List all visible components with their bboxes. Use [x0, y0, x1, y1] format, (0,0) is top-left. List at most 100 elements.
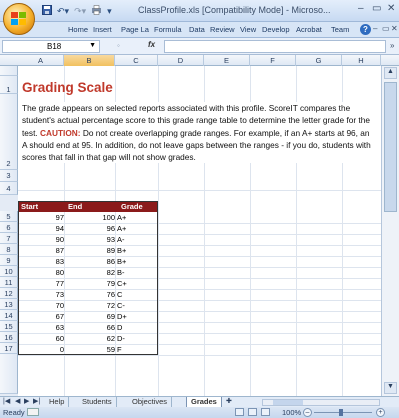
tab-home[interactable]: Home: [68, 25, 88, 34]
row-header[interactable]: [0, 66, 18, 76]
ribbon-restore-button[interactable]: ▭: [382, 24, 390, 33]
grade-cell[interactable]: A+: [117, 213, 126, 222]
start-cell[interactable]: 90: [18, 235, 64, 244]
column-header-e[interactable]: E: [204, 55, 250, 66]
column-header-c[interactable]: C: [115, 55, 158, 66]
scroll-thumb[interactable]: [384, 82, 397, 212]
maximize-button[interactable]: ▭: [372, 3, 381, 14]
row-header[interactable]: 13: [0, 299, 18, 310]
page-layout-view-icon[interactable]: [248, 408, 257, 416]
end-cell[interactable]: 76: [64, 290, 115, 299]
macro-record-icon[interactable]: [27, 408, 39, 416]
grade-cell[interactable]: D: [117, 323, 122, 332]
last-sheet-icon[interactable]: ▶|: [33, 397, 40, 405]
zoom-slider[interactable]: [314, 412, 372, 413]
end-cell[interactable]: 96: [64, 224, 115, 233]
insert-sheet-icon[interactable]: ✚: [226, 397, 232, 405]
row-header[interactable]: 16: [0, 332, 18, 343]
start-cell[interactable]: 67: [18, 312, 64, 321]
grade-cell[interactable]: B-: [117, 268, 125, 277]
start-cell[interactable]: 73: [18, 290, 64, 299]
table-row[interactable]: 77 79 C+: [18, 278, 158, 289]
column-header-f[interactable]: F: [250, 55, 296, 66]
column-header-a[interactable]: A: [18, 55, 64, 66]
zoom-out-icon[interactable]: –: [303, 408, 312, 417]
column-header-h[interactable]: H: [342, 55, 381, 66]
end-cell[interactable]: 89: [64, 246, 115, 255]
worksheet-grid[interactable]: Grading Scale The grade appears on selec…: [18, 66, 381, 396]
formula-input[interactable]: [164, 40, 386, 53]
start-cell[interactable]: 94: [18, 224, 64, 233]
tab-data[interactable]: Data: [189, 25, 205, 34]
row-header[interactable]: 11: [0, 277, 18, 288]
start-cell[interactable]: 97: [18, 213, 64, 222]
end-cell[interactable]: 59: [64, 345, 115, 354]
name-box[interactable]: B18 ▼: [2, 40, 100, 53]
row-header[interactable]: 10: [0, 266, 18, 277]
row-header[interactable]: 5: [0, 211, 18, 222]
row-header[interactable]: 1: [0, 76, 18, 94]
grade-cell[interactable]: A+: [117, 224, 126, 233]
end-cell[interactable]: 69: [64, 312, 115, 321]
expand-formula-bar-icon[interactable]: »: [390, 41, 394, 50]
chevron-down-icon[interactable]: ▼: [89, 42, 96, 49]
customize-toolbar-icon[interactable]: ▾: [107, 6, 112, 17]
tab-developer[interactable]: Develop: [262, 25, 290, 34]
zoom-in-icon[interactable]: +: [376, 408, 385, 417]
tab-formulas[interactable]: Formula: [154, 25, 182, 34]
end-cell[interactable]: 79: [64, 279, 115, 288]
table-row[interactable]: 67 69 D+: [18, 311, 158, 322]
row-header[interactable]: 2: [0, 94, 18, 170]
end-cell[interactable]: 93: [64, 235, 115, 244]
save-icon[interactable]: [42, 5, 52, 17]
horizontal-scroll-thumb[interactable]: [273, 400, 303, 405]
tab-team[interactable]: Team: [331, 25, 349, 34]
column-header-g[interactable]: G: [296, 55, 342, 66]
tab-review[interactable]: Review: [210, 25, 235, 34]
help-icon[interactable]: ?: [360, 24, 371, 35]
next-sheet-icon[interactable]: ▶: [24, 397, 29, 405]
start-cell[interactable]: 60: [18, 334, 64, 343]
row-header[interactable]: 17: [0, 343, 18, 354]
tab-view[interactable]: View: [240, 25, 256, 34]
grade-cell[interactable]: B+: [117, 246, 126, 255]
office-button[interactable]: [3, 3, 35, 35]
end-cell[interactable]: 72: [64, 301, 115, 310]
close-button[interactable]: ✕: [387, 3, 395, 14]
row-header[interactable]: 8: [0, 244, 18, 255]
zoom-level[interactable]: 100%: [282, 408, 301, 417]
grade-cell[interactable]: F: [117, 345, 122, 354]
table-row[interactable]: 73 76 C: [18, 289, 158, 300]
end-cell[interactable]: 86: [64, 257, 115, 266]
table-row[interactable]: 83 86 B+: [18, 256, 158, 267]
row-header[interactable]: 3: [0, 170, 18, 182]
normal-view-icon[interactable]: [235, 408, 244, 416]
undo-icon[interactable]: ↶▾: [57, 6, 69, 17]
row-header[interactable]: 15: [0, 321, 18, 332]
row-header[interactable]: 4: [0, 182, 18, 195]
table-row[interactable]: 87 89 B+: [18, 245, 158, 256]
quick-print-icon[interactable]: [91, 5, 102, 17]
tab-page-layout[interactable]: Page La: [121, 25, 149, 34]
start-cell[interactable]: 80: [18, 268, 64, 277]
row-header[interactable]: 12: [0, 288, 18, 299]
minimize-button[interactable]: –: [358, 3, 364, 14]
prev-sheet-icon[interactable]: ◀: [15, 397, 20, 405]
table-row[interactable]: 90 93 A-: [18, 234, 158, 245]
tab-acrobat[interactable]: Acrobat: [296, 25, 322, 34]
end-cell[interactable]: 66: [64, 323, 115, 332]
ribbon-minimize-button[interactable]: –: [373, 24, 377, 33]
row-header[interactable]: 9: [0, 255, 18, 266]
grade-cell[interactable]: D+: [117, 312, 127, 321]
table-row[interactable]: 97 100 A+: [18, 212, 158, 223]
scroll-down-icon[interactable]: ▼: [384, 382, 397, 394]
grade-cell[interactable]: D-: [117, 334, 125, 343]
tab-insert[interactable]: Insert: [93, 25, 112, 34]
grade-cell[interactable]: C+: [117, 279, 127, 288]
table-row[interactable]: 0 59 F: [18, 344, 158, 355]
column-header-b[interactable]: B: [64, 55, 115, 66]
grade-cell[interactable]: A-: [117, 235, 125, 244]
table-row[interactable]: 60 62 D-: [18, 333, 158, 344]
start-cell[interactable]: 77: [18, 279, 64, 288]
column-header-d[interactable]: D: [158, 55, 204, 66]
